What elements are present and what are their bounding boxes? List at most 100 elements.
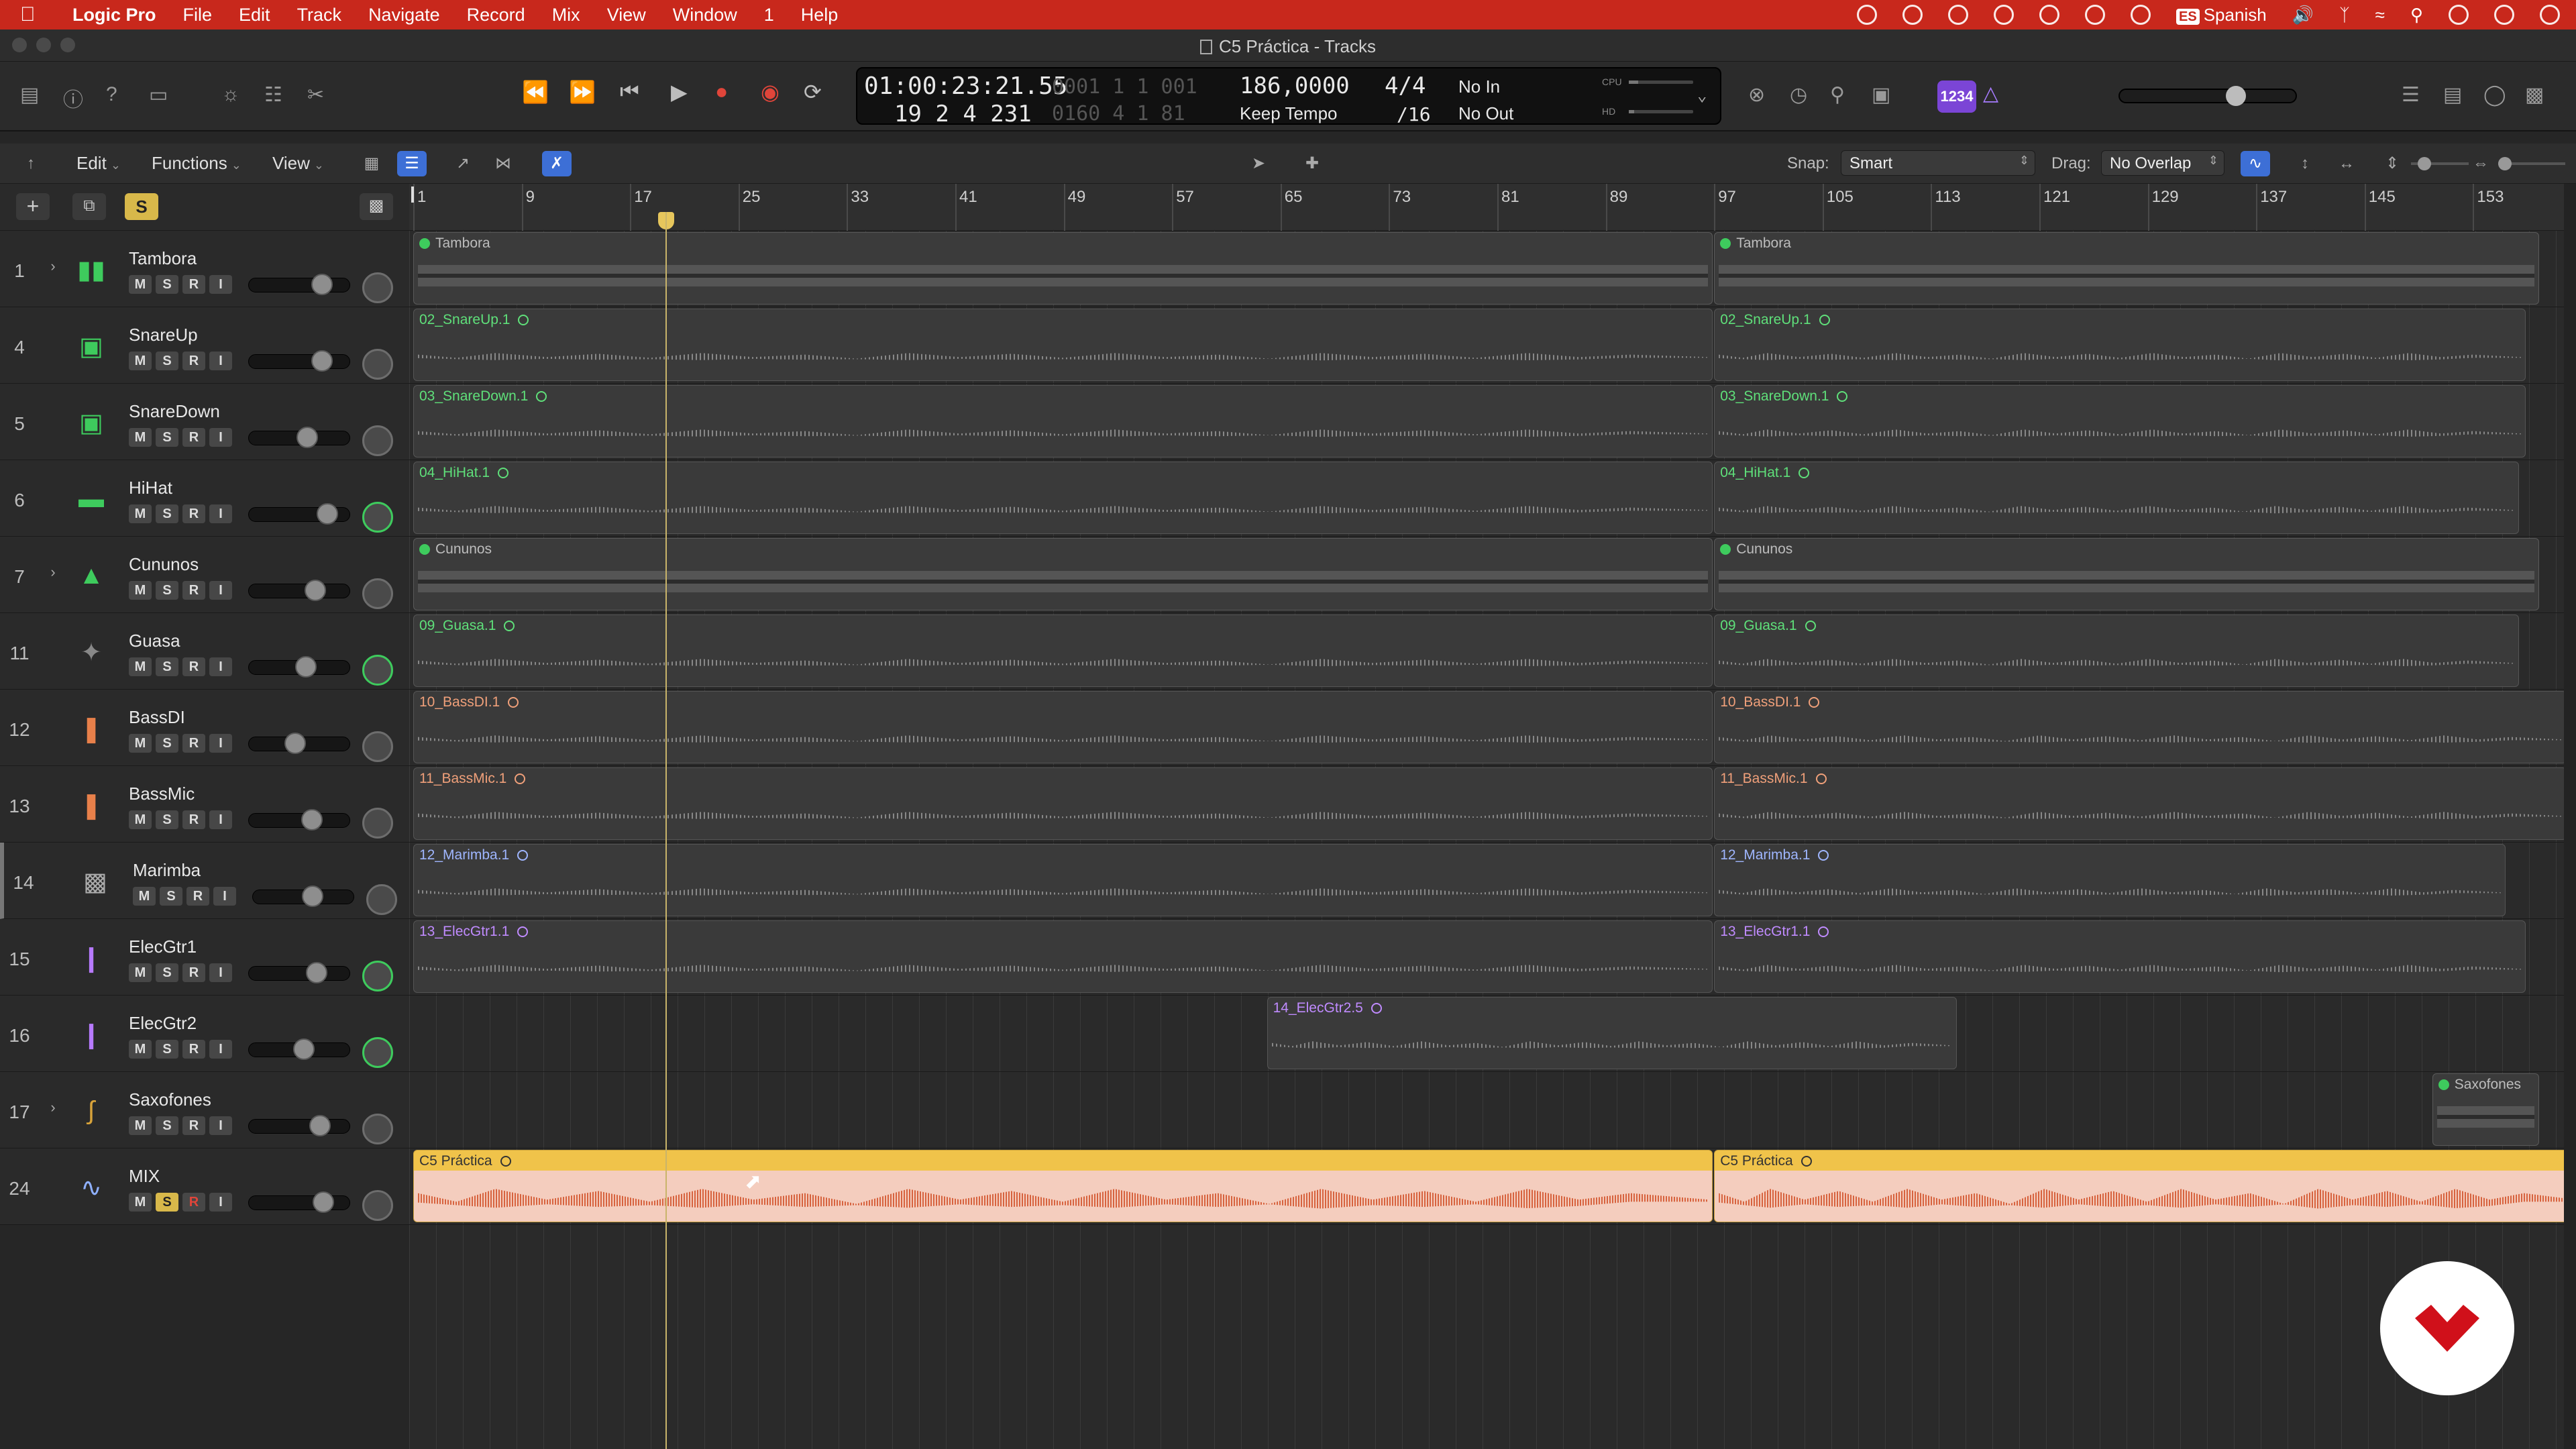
- folder-region[interactable]: Saxofones: [2432, 1073, 2540, 1146]
- track-header-marimba[interactable]: 14 ▩ Marimba M S R I: [0, 843, 409, 919]
- toolbar-icon[interactable]: ▭: [149, 83, 168, 107]
- track-header-bassmic[interactable]: 13 ❚ BassMic M S R I: [0, 766, 409, 843]
- fast-forward-button[interactable]: ⏩: [569, 79, 596, 105]
- catch-playhead-icon[interactable]: ✗: [542, 151, 572, 176]
- solo-button[interactable]: S: [156, 428, 178, 447]
- menu-screenset[interactable]: 1: [764, 5, 774, 25]
- track-header-cununos[interactable]: 7 › ▲ Cununos M S R I: [0, 537, 409, 613]
- marimba-icon[interactable]: ▩: [74, 863, 117, 900]
- bass-guitar-icon[interactable]: ❚: [70, 710, 113, 747]
- electric-guitar-icon[interactable]: ❙: [70, 1016, 113, 1053]
- mute-button[interactable]: M: [129, 810, 152, 829]
- volume-slider[interactable]: [248, 813, 350, 828]
- record-enable-button[interactable]: R: [182, 1193, 205, 1212]
- audio-region[interactable]: 03_SnareDown.1: [1714, 385, 2526, 458]
- pan-knob[interactable]: [366, 884, 397, 915]
- disclosure-chevron-icon[interactable]: ›: [43, 1099, 63, 1116]
- track-header-hihat[interactable]: 6 ▬ HiHat M S R I: [0, 460, 409, 537]
- audio-region[interactable]: 09_Guasa.1: [413, 614, 1713, 687]
- vertical-zoom-slider-icon[interactable]: ⇕: [2377, 151, 2407, 176]
- solo-button[interactable]: S: [156, 504, 178, 523]
- waveform-icon[interactable]: ∿: [70, 1169, 113, 1206]
- track-name[interactable]: BassMic: [129, 784, 195, 804]
- track-name[interactable]: SnareDown: [129, 401, 220, 422]
- menu-track[interactable]: Track: [297, 5, 342, 25]
- lcd-menu-chevron-icon[interactable]: ⌄: [1697, 86, 1707, 105]
- autopunch-icon[interactable]: ◷: [1790, 83, 1807, 107]
- track-name[interactable]: Saxofones: [129, 1089, 211, 1110]
- volume-knob[interactable]: [293, 1038, 315, 1060]
- track-lane-snaredown[interactable]: 03_SnareDown.1 03_SnareDown.1: [409, 384, 2564, 460]
- solo-button[interactable]: S: [160, 887, 182, 906]
- track-header-mix[interactable]: 24 ∿ MIX M S R I: [0, 1148, 409, 1225]
- snare-drum-icon[interactable]: ▣: [70, 404, 113, 441]
- mixer-icon[interactable]: ☷: [264, 83, 282, 107]
- vertical-zoom-icon[interactable]: ↕: [2290, 151, 2320, 176]
- collapse-icon[interactable]: ▩: [360, 193, 393, 220]
- time-signature[interactable]: 4/4: [1385, 72, 1426, 99]
- track-name[interactable]: BassDI: [129, 707, 185, 728]
- bass-guitar-icon[interactable]: ❚: [70, 786, 113, 824]
- volume-knob[interactable]: [306, 962, 327, 983]
- audio-region[interactable]: 03_SnareDown.1: [413, 385, 1713, 458]
- saxophone-icon[interactable]: ∫: [70, 1092, 113, 1130]
- browsers-icon[interactable]: ▩: [2525, 83, 2544, 107]
- electric-guitar-icon[interactable]: ❙: [70, 939, 113, 977]
- tuner-icon[interactable]: ⚲: [1830, 83, 1845, 107]
- editors-icon[interactable]: ✂: [307, 83, 324, 107]
- duplicate-track-icon[interactable]: ⧉: [72, 193, 106, 220]
- pan-knob[interactable]: [362, 655, 393, 686]
- track-lane-mix[interactable]: C5 Práctica C5 Práctica: [409, 1148, 2576, 1225]
- volume-knob[interactable]: [297, 427, 318, 448]
- input-monitor-button[interactable]: I: [209, 428, 232, 447]
- capture-recording-button[interactable]: ◉: [761, 79, 780, 105]
- volume-knob[interactable]: [309, 1115, 331, 1136]
- lcd-display[interactable]: 01:00:23:21.55 0001 1 1 001 19 2 4 231 0…: [856, 67, 1721, 127]
- note-pad-icon[interactable]: ▤: [2443, 83, 2462, 107]
- snare-drum-icon[interactable]: ▣: [70, 327, 113, 365]
- record-enable-button[interactable]: R: [182, 352, 205, 370]
- volume-knob[interactable]: [305, 580, 326, 601]
- record-button[interactable]: ●: [715, 79, 728, 104]
- openai-icon[interactable]: [1948, 5, 1969, 25]
- input-monitor-button[interactable]: I: [209, 1116, 232, 1135]
- track-lane-bassmic[interactable]: 11_BassMic.1 11_BassMic.1: [409, 766, 2567, 843]
- dropbox-icon[interactable]: [1902, 5, 1923, 25]
- record-enable-button[interactable]: R: [182, 1116, 205, 1135]
- track-lane-marimba[interactable]: 12_Marimba.1 12_Marimba.1: [409, 843, 2564, 919]
- volume-slider[interactable]: [248, 1119, 350, 1134]
- automation-icon[interactable]: ↗: [448, 151, 478, 176]
- solo-button[interactable]: S: [156, 1040, 178, 1059]
- add-track-button[interactable]: +: [16, 193, 50, 220]
- siri-icon[interactable]: [2494, 5, 2514, 25]
- audio-region[interactable]: 12_Marimba.1: [413, 844, 1713, 916]
- track-header-snareup[interactable]: 4 ▣ SnareUp M S R I: [0, 307, 409, 384]
- bongo-icon[interactable]: ▮▮: [70, 251, 113, 288]
- menu-help[interactable]: Help: [801, 5, 839, 25]
- volume-knob[interactable]: [301, 809, 323, 830]
- volume-slider[interactable]: [248, 278, 350, 292]
- input-monitor-button[interactable]: I: [209, 504, 232, 523]
- division[interactable]: /16: [1397, 103, 1431, 125]
- menu-view[interactable]: View: [607, 5, 646, 25]
- record-enable-button[interactable]: R: [182, 1040, 205, 1059]
- audio-region[interactable]: 11_BassMic.1: [1714, 767, 2567, 840]
- volume-slider[interactable]: [248, 1195, 350, 1210]
- waveform-zoom-icon[interactable]: ∿: [2241, 151, 2270, 176]
- menu-edit[interactable]: Edit: [239, 5, 270, 25]
- input-monitor-button[interactable]: I: [209, 275, 232, 294]
- audio-region[interactable]: 11_BassMic.1: [413, 767, 1713, 840]
- cycle-start-marker[interactable]: [411, 186, 414, 203]
- input-monitor-button[interactable]: I: [209, 734, 232, 753]
- volume-knob[interactable]: [311, 274, 333, 295]
- grid-view-icon[interactable]: ▦: [357, 151, 386, 176]
- list-view-icon[interactable]: ☰: [397, 151, 427, 176]
- pan-knob[interactable]: [362, 808, 393, 839]
- master-volume-slider[interactable]: [2118, 89, 2297, 103]
- record-enable-button[interactable]: R: [182, 428, 205, 447]
- track-name[interactable]: HiHat: [129, 478, 172, 498]
- tracks-area[interactable]: Tambora Tambora 02_SnareUp.1 02_SnareUp.1 03…: [409, 231, 2576, 1449]
- track-header-snaredown[interactable]: 5 ▣ SnareDown M S R I: [0, 384, 409, 460]
- audio-region[interactable]: 04_HiHat.1: [1714, 462, 2520, 534]
- track-header-guasa[interactable]: 11 ✦ Guasa M S R I: [0, 613, 409, 690]
